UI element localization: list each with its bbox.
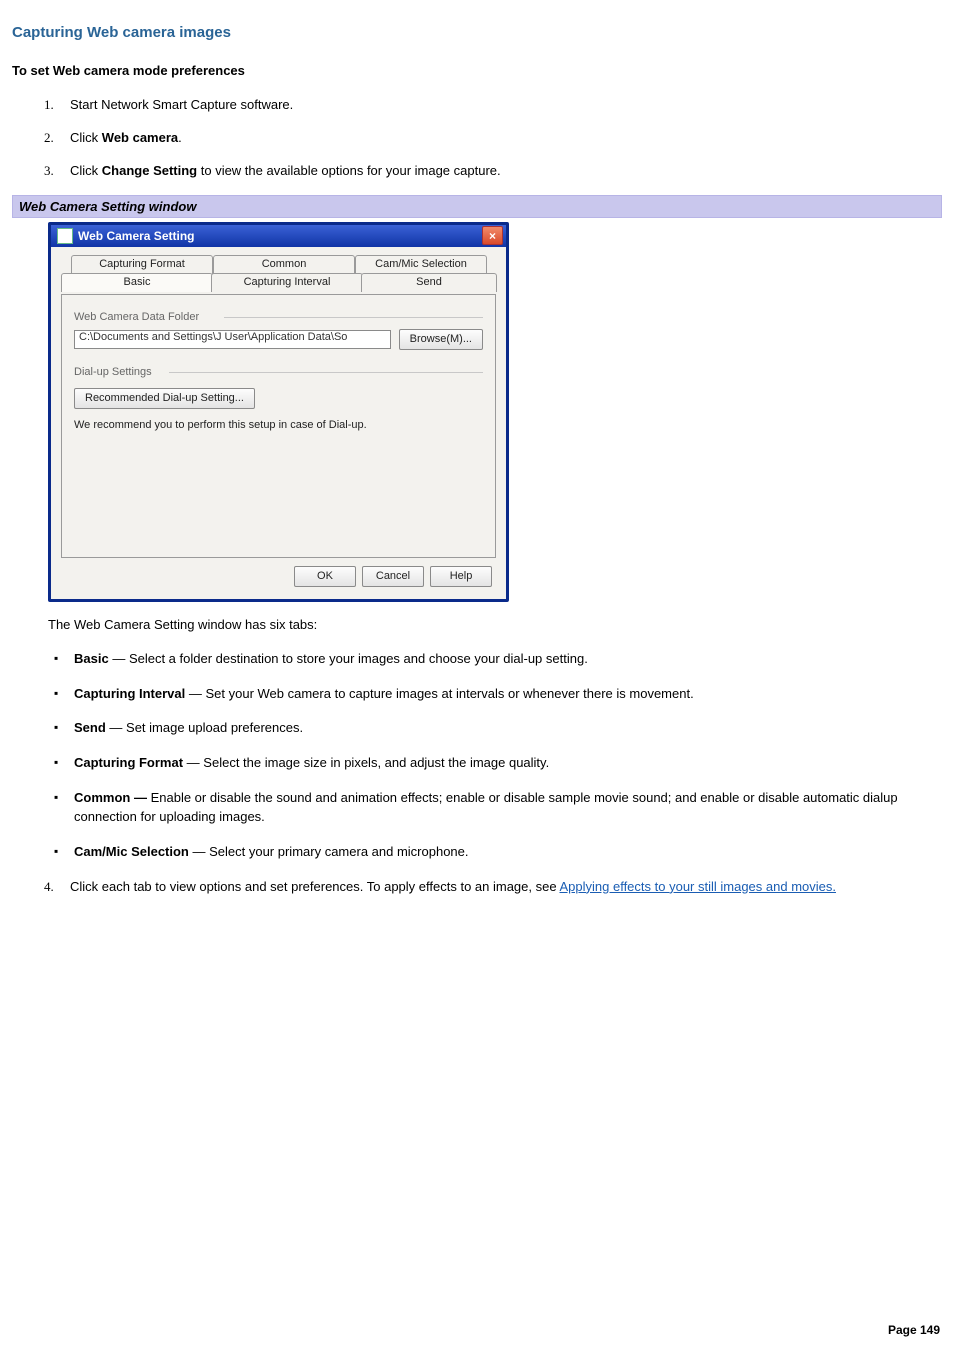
step-text: Click Change Setting to view the availab… [70,163,501,178]
item-desc: Select a folder destination to store you… [129,651,588,666]
group-label-folder: Web Camera Data Folder [74,311,483,323]
item-name: Capturing Interval [74,686,185,701]
item-desc: Select the image size in pixels, and adj… [203,755,549,770]
text: Click each tab to view options and set p… [70,879,559,894]
app-icon [57,228,73,244]
applying-effects-link[interactable]: Applying effects to your still images an… [559,879,836,894]
bold-text: Web camera [102,130,178,145]
tab-basic[interactable]: Basic [61,273,213,292]
sep: — [189,844,209,859]
list-item: Capturing Interval — Set your Web camera… [48,685,942,704]
group-label-dialup: Dial-up Settings [74,366,483,378]
tab-capturing-format[interactable]: Capturing Format [71,255,213,274]
text: Click [70,130,102,145]
step-text: Start Network Smart Capture software. [70,97,293,112]
item-name: Send [74,720,106,735]
tab-common[interactable]: Common [213,255,355,274]
page-number: Page 149 [888,1323,940,1337]
item-name: Basic [74,651,109,666]
tab-strip: Capturing Format Common Cam/Mic Selectio… [61,255,496,295]
list-item: Capturing Format — Select the image size… [48,754,942,773]
tab-capturing-interval[interactable]: Capturing Interval [211,273,363,292]
step-3: 3.Click Change Setting to view the avail… [48,162,942,181]
ok-button[interactable]: OK [294,566,356,587]
web-camera-setting-dialog: Web Camera Setting × Capturing Format Co… [48,222,509,602]
item-desc: Select your primary camera and microphon… [209,844,468,859]
step-number: 3. [44,162,54,181]
tab-send[interactable]: Send [361,273,497,292]
step-text: Click each tab to view options and set p… [70,879,836,894]
sep: — [183,755,203,770]
item-desc: Set your Web camera to capture images at… [205,686,693,701]
text: . [178,130,182,145]
list-item: Common — Enable or disable the sound and… [48,789,942,827]
step-text: Click Web camera. [70,130,182,145]
tab-panel-basic: Web Camera Data Folder C:\Documents and … [61,294,496,558]
sep: — [106,720,126,735]
step-2: 2.Click Web camera. [48,129,942,148]
close-icon[interactable]: × [482,226,503,245]
tab-cam-mic-selection[interactable]: Cam/Mic Selection [355,255,487,274]
sep: — [109,651,129,666]
text: Click [70,163,102,178]
item-desc: Enable or disable the sound and animatio… [74,790,898,824]
list-item: Basic — Select a folder destination to s… [48,650,942,669]
step-4: 4.Click each tab to view options and set… [48,878,942,897]
page-title: Capturing Web camera images [12,24,942,41]
list-item: Cam/Mic Selection — Select your primary … [48,843,942,862]
bold-text: Change Setting [102,163,197,178]
browse-button[interactable]: Browse(M)... [399,329,483,350]
figure-caption: Web Camera Setting window [12,195,942,218]
item-desc: Set image upload preferences. [126,720,303,735]
cancel-button[interactable]: Cancel [362,566,424,587]
sep: — [185,686,205,701]
item-name: Capturing Format [74,755,183,770]
item-name: Cam/Mic Selection [74,844,189,859]
step-number: 4. [44,878,54,897]
help-button[interactable]: Help [430,566,492,587]
item-name: Common — [74,790,147,805]
tabs-intro: The Web Camera Setting window has six ta… [48,616,942,634]
dialog-titlebar: Web Camera Setting × [51,225,506,247]
step-number: 2. [44,129,54,148]
recommended-dialup-button[interactable]: Recommended Dial-up Setting... [74,388,255,409]
dialog-title: Web Camera Setting [78,229,194,243]
step-1: 1.Start Network Smart Capture software. [48,96,942,115]
list-item: Send — Set image upload preferences. [48,719,942,738]
step-number: 1. [44,96,54,115]
text: to view the available options for your i… [197,163,501,178]
data-folder-input[interactable]: C:\Documents and Settings\J User\Applica… [74,330,391,349]
subheading: To set Web camera mode preferences [12,63,942,78]
dialup-note: We recommend you to perform this setup i… [74,419,483,431]
